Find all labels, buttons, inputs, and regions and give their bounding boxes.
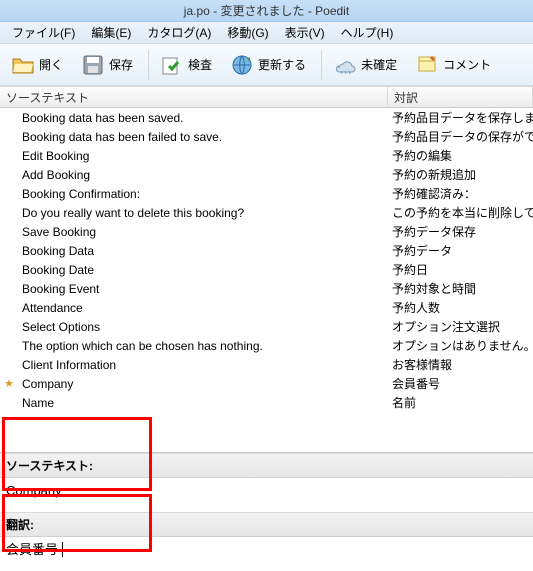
cell-target: この予約を本当に削除してもい	[388, 204, 533, 221]
bottom-pane: ソーステキスト: Company 翻訳: 会員番号	[0, 452, 533, 571]
cell-source: Save Booking	[18, 225, 388, 239]
save-icon	[81, 53, 105, 77]
table-row[interactable]: The option which can be chosen has nothi…	[0, 336, 533, 355]
cell-target: 予約対象と時間	[388, 280, 533, 297]
cell-target: 予約データ保存	[388, 223, 533, 240]
column-header-source[interactable]: ソーステキスト	[0, 87, 388, 107]
save-label: 保存	[109, 56, 133, 73]
untranslated-button[interactable]: 未確定	[326, 49, 404, 81]
check-button[interactable]: 検査	[153, 49, 219, 81]
menu-view[interactable]: 表示(V)	[277, 22, 333, 43]
cell-source: Booking Event	[18, 282, 388, 296]
translation-pane-label: 翻訳:	[0, 512, 533, 537]
table-row[interactable]: Booking Event予約対象と時間	[0, 279, 533, 298]
cloud-icon	[333, 53, 357, 77]
untranslated-label: 未確定	[361, 56, 397, 73]
translation-table[interactable]: Booking data has been saved.予約品目データを保存しま…	[0, 108, 533, 452]
note-icon	[415, 53, 439, 77]
cell-source: Booking Date	[18, 263, 388, 277]
cell-source: Do you really want to delete this bookin…	[18, 206, 388, 220]
table-row[interactable]: Select Optionsオプション注文選択	[0, 317, 533, 336]
table-row[interactable]: Edit Booking予約の編集	[0, 146, 533, 165]
window-title: ja.po - 変更されました - Poedit	[184, 2, 349, 19]
menu-go[interactable]: 移動(G)	[219, 22, 276, 43]
cell-source: Booking data has been failed to save.	[18, 130, 388, 144]
row-indicator: ★	[0, 377, 18, 390]
cell-source: Booking data has been saved.	[18, 111, 388, 125]
cell-source: Booking Data	[18, 244, 388, 258]
cell-source: Add Booking	[18, 168, 388, 182]
save-button[interactable]: 保存	[74, 49, 140, 81]
cell-target: 予約データ	[388, 242, 533, 259]
table-row[interactable]: Booking data has been saved.予約品目データを保存しま…	[0, 108, 533, 127]
cell-target: オプションはありません。	[388, 337, 533, 354]
cell-target: お客様情報	[388, 356, 533, 373]
globe-sync-icon	[230, 53, 254, 77]
open-label: 開く	[39, 56, 63, 73]
update-button[interactable]: 更新する	[223, 49, 313, 81]
cell-target: 名前	[388, 394, 533, 411]
comment-button[interactable]: コメント	[408, 49, 498, 81]
separator	[148, 50, 149, 80]
cell-target: オプション注文選択	[388, 318, 533, 335]
update-label: 更新する	[258, 56, 306, 73]
table-row[interactable]: Booking Confirmation:予約確認済み：	[0, 184, 533, 203]
table-row[interactable]: Name名前	[0, 393, 533, 412]
cell-source: Edit Booking	[18, 149, 388, 163]
cell-target: 予約確認済み：	[388, 185, 533, 202]
cell-source: Company	[18, 377, 388, 391]
check-label: 検査	[188, 56, 212, 73]
table-row[interactable]: Save Booking予約データ保存	[0, 222, 533, 241]
table-row[interactable]: Client Informationお客様情報	[0, 355, 533, 374]
menubar: ファイル(F) 編集(E) カタログ(A) 移動(G) 表示(V) ヘルプ(H)	[0, 22, 533, 44]
check-icon	[160, 53, 184, 77]
cell-source: Attendance	[18, 301, 388, 315]
cell-target: 予約品目データを保存しました	[388, 109, 533, 126]
table-row[interactable]: Booking data has been failed to save.予約品…	[0, 127, 533, 146]
cell-target: 予約日	[388, 261, 533, 278]
cell-target: 予約の新規追加	[388, 166, 533, 183]
source-text-pane-label: ソーステキスト:	[0, 453, 533, 478]
table-row[interactable]: Add Booking予約の新規追加	[0, 165, 533, 184]
table-header: ソーステキスト 対訳	[0, 86, 533, 108]
table-row[interactable]: Attendance予約人数	[0, 298, 533, 317]
comment-label: コメント	[443, 56, 491, 73]
window-titlebar: ja.po - 変更されました - Poedit	[0, 0, 533, 22]
menu-edit[interactable]: 編集(E)	[83, 22, 139, 43]
table-row[interactable]: Booking Data予約データ	[0, 241, 533, 260]
menu-help[interactable]: ヘルプ(H)	[333, 22, 402, 43]
cell-source: Client Information	[18, 358, 388, 372]
cell-source: Select Options	[18, 320, 388, 334]
cell-target: 予約品目データの保存ができま	[388, 128, 533, 145]
cell-source: Name	[18, 396, 388, 410]
menu-file[interactable]: ファイル(F)	[4, 22, 83, 43]
cell-source: Booking Confirmation:	[18, 187, 388, 201]
cell-source: The option which can be chosen has nothi…	[18, 339, 388, 353]
column-header-target[interactable]: 対訳	[388, 87, 533, 107]
translation-input[interactable]: 会員番号	[0, 537, 533, 571]
cell-target: 予約の編集	[388, 147, 533, 164]
cell-target: 会員番号	[388, 375, 533, 392]
toolbar: 開く 保存 検査 更新する 未確定 コメント	[0, 44, 533, 86]
table-row[interactable]: Do you really want to delete this bookin…	[0, 203, 533, 222]
table-row[interactable]: Booking Date予約日	[0, 260, 533, 279]
table-row[interactable]: ★Company会員番号	[0, 374, 533, 393]
open-button[interactable]: 開く	[4, 49, 70, 81]
separator	[321, 50, 322, 80]
source-text-pane: Company	[0, 478, 533, 512]
cell-target: 予約人数	[388, 299, 533, 316]
menu-catalog[interactable]: カタログ(A)	[139, 22, 219, 43]
folder-open-icon	[11, 53, 35, 77]
